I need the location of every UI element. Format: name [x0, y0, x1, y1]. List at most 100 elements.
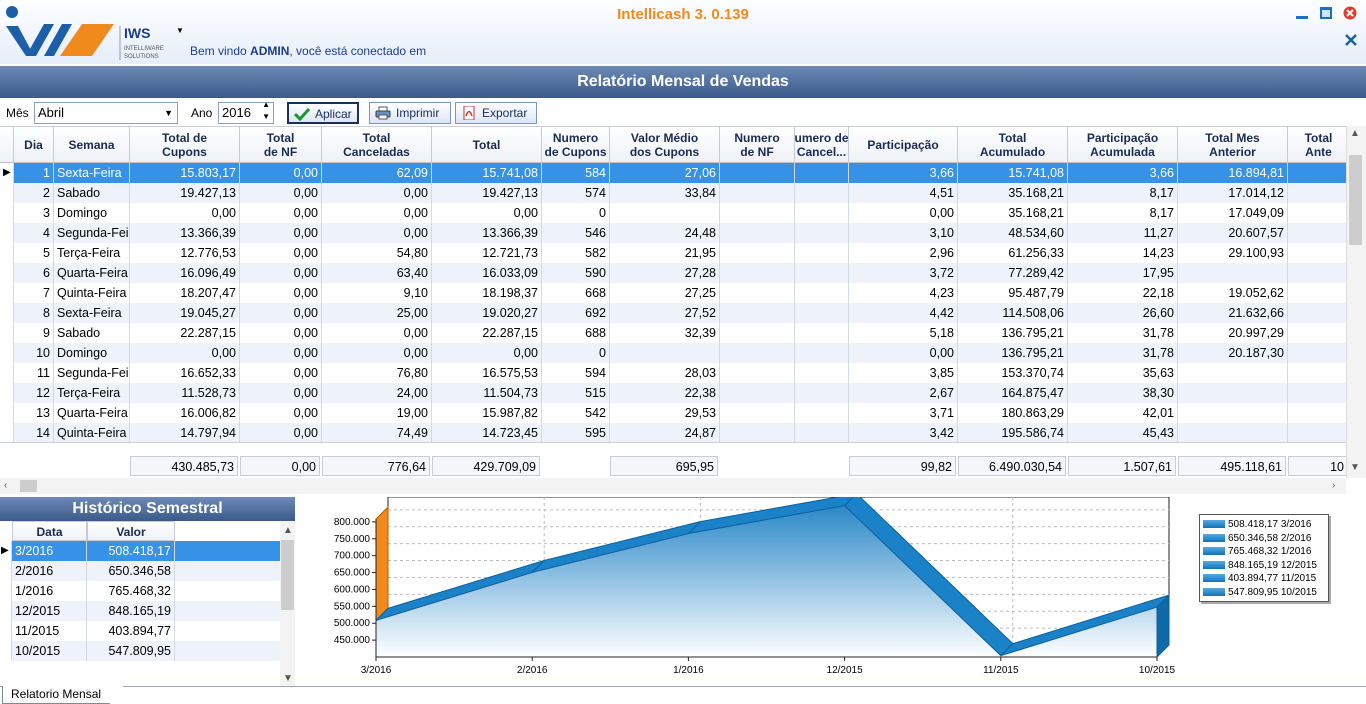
column-header[interactable]: Total Mes Anterior	[1178, 127, 1288, 163]
row-pointer-icon[interactable]	[0, 343, 14, 363]
table-row[interactable]: 11Segunda-Feira16.652,330,0076,8016.575,…	[0, 363, 1346, 383]
tab-relatorio-mensal[interactable]: Relatorio Mensal	[2, 686, 125, 704]
table-row[interactable]: 2 Sabado 19.427,13 0,00 0,00 19.427,13 574 33,8…	[0, 183, 1346, 203]
history-col-data[interactable]: Data	[12, 521, 87, 541]
table-row[interactable]: 12 Terça-Feira 11.528,73 0,00 24,00 11.504,73…	[0, 383, 1346, 403]
scroll-up-icon[interactable]: ▲	[1350, 128, 1360, 139]
grid-vertical-scroll-thumb[interactable]	[1349, 155, 1362, 245]
stepper-down-icon[interactable]: ▼	[262, 112, 270, 122]
history-col-valor[interactable]: Valor	[87, 521, 175, 541]
table-row[interactable]: 5 Terça-Feira 12.776,53 0,00 54,80 12.721,73 5…	[0, 243, 1346, 263]
row-pointer-icon[interactable]	[0, 601, 12, 621]
row-pointer-icon[interactable]	[0, 263, 14, 283]
close-icon[interactable]	[1343, 6, 1357, 20]
row-pointer-icon[interactable]	[0, 561, 12, 581]
row-pointer-icon[interactable]: ▶	[0, 163, 14, 183]
scroll-down-icon[interactable]: ▼	[1350, 462, 1360, 473]
history-scroll-down-icon[interactable]: ▼	[283, 673, 293, 684]
logo-dropdown-icon[interactable]: ▼	[176, 26, 184, 35]
scroll-right-icon[interactable]: ›	[1332, 480, 1335, 491]
history-row[interactable]: ▶ 3/2016 508.418,17	[0, 541, 280, 561]
table-row[interactable]: 4Segunda-Feira13.366,390,000,0013.366,39…	[0, 223, 1346, 243]
table-cell: 19.427,13	[432, 183, 542, 203]
scroll-left-icon[interactable]: ‹	[4, 480, 7, 491]
table-cell: 33,84	[610, 183, 720, 203]
table-row[interactable]: 3 Domingo 0,00 0,00 0,00 0,00 0 0,00 35.168,21 8,…	[0, 203, 1346, 223]
total-cell: 495.118,61	[1178, 456, 1286, 476]
ano-stepper[interactable]: 2016 ▲ ▼	[218, 100, 274, 124]
row-pointer-icon[interactable]	[0, 403, 14, 423]
column-header[interactable]: Total de Cupons	[130, 127, 240, 163]
table-cell: Domingo	[54, 203, 130, 223]
table-row[interactable]: 14 Quinta-Feira 14.797,94 0,00 74,49 14.723,4…	[0, 423, 1346, 443]
row-pointer-icon[interactable]	[0, 223, 14, 243]
history-date: 10/2015	[12, 641, 87, 661]
column-header[interactable]: Numero de Cupons	[542, 127, 610, 163]
history-row[interactable]: 2/2016 650.346,58	[0, 561, 280, 581]
column-header[interactable]: Total de NF	[240, 127, 322, 163]
row-pointer-icon[interactable]	[0, 383, 14, 403]
table-cell: 0,00	[240, 243, 322, 263]
table-cell: 584	[542, 163, 610, 183]
table-cell	[720, 323, 795, 343]
grid-horizontal-scroll-thumb[interactable]	[20, 480, 37, 492]
row-pointer-icon[interactable]	[0, 303, 14, 323]
maximize-icon[interactable]	[1319, 6, 1333, 20]
grid-horizontal-scrollbar[interactable]	[0, 478, 1346, 494]
column-header[interactable]: Participação Acumulada	[1068, 127, 1178, 163]
table-cell: 2	[14, 183, 54, 203]
history-value: 765.468,32	[87, 581, 175, 601]
column-header[interactable]: Total Canceladas	[322, 127, 432, 163]
mes-select[interactable]: Abril ▼	[34, 102, 178, 124]
table-cell	[1288, 283, 1346, 303]
history-row[interactable]: 1/2016 765.468,32	[0, 581, 280, 601]
aplicar-button[interactable]: Aplicar	[287, 102, 359, 124]
row-pointer-icon[interactable]	[0, 423, 14, 443]
row-pointer-icon[interactable]	[0, 183, 14, 203]
history-value: 547.809,95	[87, 641, 175, 661]
close-x-icon[interactable]	[1344, 33, 1358, 47]
history-vertical-scroll-thumb[interactable]	[281, 540, 294, 610]
row-pointer-icon[interactable]	[0, 581, 12, 601]
table-row[interactable]: 6 Quarta-Feira 16.096,49 0,00 63,40 16.033,09…	[0, 263, 1346, 283]
history-scroll-up-icon[interactable]: ▲	[283, 525, 293, 536]
row-pointer-icon[interactable]	[0, 243, 14, 263]
row-pointer-icon[interactable]	[0, 203, 14, 223]
table-row[interactable]: 10 Domingo 0,00 0,00 0,00 0,00 0 0,00 136.795,21…	[0, 343, 1346, 363]
total-cell: 429.709,09	[432, 456, 540, 476]
column-header[interactable]: Total Acumulado	[958, 127, 1068, 163]
column-header-line1: Dia	[24, 138, 43, 152]
history-value: 650.346,58	[87, 561, 175, 581]
table-row[interactable]: 9 Sabado 22.287,15 0,00 0,00 22.287,15 688 32,3…	[0, 323, 1346, 343]
column-header[interactable]: Participação	[849, 127, 958, 163]
column-header[interactable]: Total	[432, 127, 542, 163]
column-header[interactable]: Valor Médio dos Cupons	[610, 127, 720, 163]
row-pointer-icon[interactable]	[0, 641, 12, 661]
column-header[interactable]: Semana	[54, 127, 130, 163]
row-pointer-icon[interactable]: ▶	[0, 541, 12, 561]
legend-label: 650.346,58 2/2016	[1228, 532, 1312, 544]
stepper-up-icon[interactable]: ▲	[262, 100, 270, 110]
table-row[interactable]: 8 Sexta-Feira 19.045,27 0,00 25,00 19.020,27 6…	[0, 303, 1346, 323]
table-cell	[720, 403, 795, 423]
history-row[interactable]: 12/2015 848.165,19	[0, 601, 280, 621]
row-pointer-icon[interactable]	[0, 283, 14, 303]
column-header-line1: Semana	[68, 138, 115, 152]
table-row[interactable]: ▶ 1 Sexta-Feira 15.803,17 0,00 62,09 15.741,08…	[0, 163, 1346, 183]
history-row[interactable]: 11/2015 403.894,77	[0, 621, 280, 641]
history-row[interactable]: 10/2015 547.809,95	[0, 641, 280, 661]
row-pointer-icon[interactable]	[0, 363, 14, 383]
table-row[interactable]: 7 Quinta-Feira 18.207,47 0,00 9,10 18.198,37 6…	[0, 283, 1346, 303]
table-row[interactable]: 13 Quarta-Feira 16.006,82 0,00 19,00 15.987,8…	[0, 403, 1346, 423]
table-cell	[1288, 263, 1346, 283]
column-header[interactable]: Numero de NF	[720, 127, 795, 163]
column-header[interactable]: Dia	[14, 127, 54, 163]
row-pointer-icon[interactable]	[0, 323, 14, 343]
legend-label: 848.165,19 12/2015	[1228, 559, 1317, 571]
column-header[interactable]: umero de Cancel...	[795, 127, 849, 163]
column-header[interactable]: Total Ante	[1288, 127, 1346, 163]
imprimir-button[interactable]: Imprimir	[369, 102, 451, 124]
row-pointer-icon[interactable]	[0, 621, 12, 641]
exportar-button[interactable]: Exportar	[455, 102, 537, 124]
minimize-icon[interactable]	[1295, 6, 1309, 20]
